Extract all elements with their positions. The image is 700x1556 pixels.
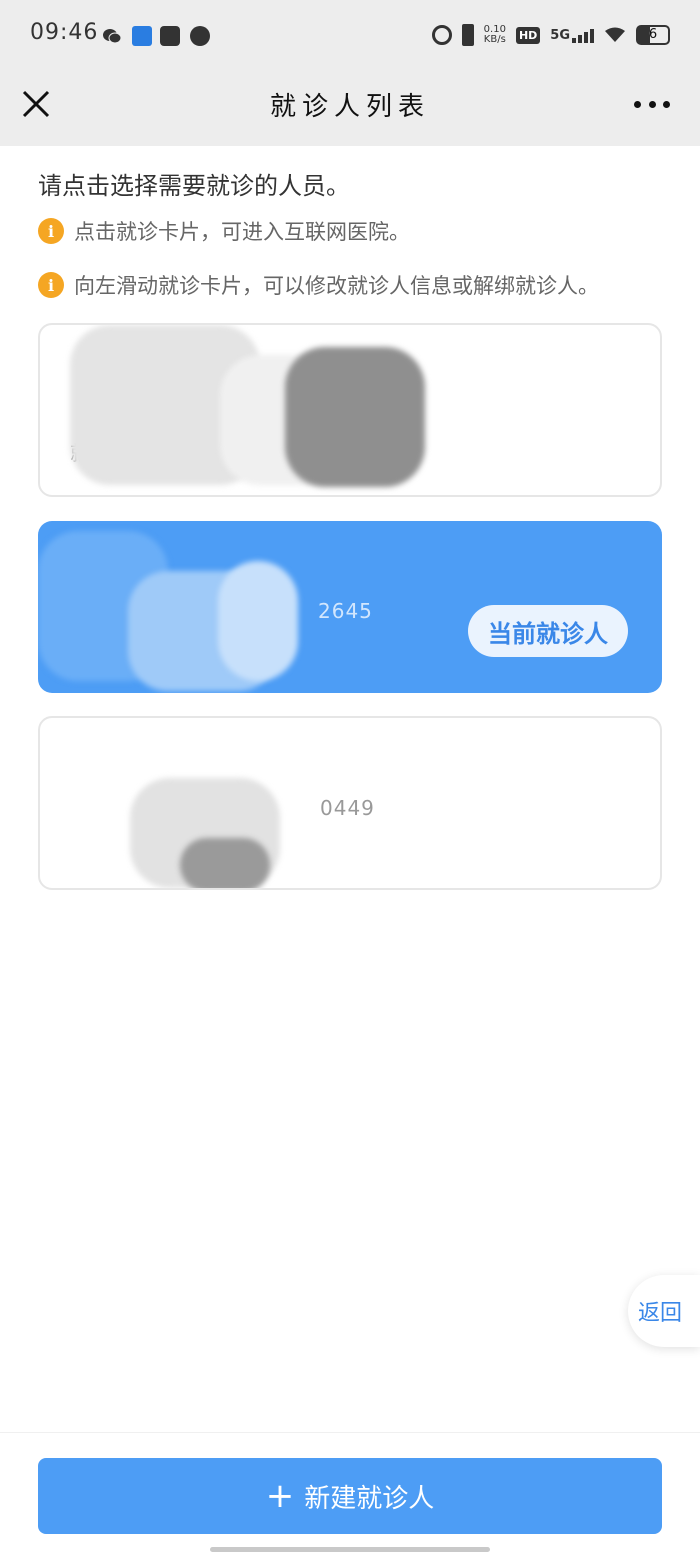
add-patient-button[interactable]: + 新建就诊人 — [38, 1458, 662, 1534]
status-time: 09:46 — [30, 20, 99, 45]
net-speed: 0.10 KB/s — [484, 25, 506, 45]
patient-card[interactable]: 就诊 37 — [38, 323, 662, 497]
net-speed-unit: KB/s — [483, 34, 506, 45]
vibrate-icon — [461, 24, 474, 46]
add-patient-label: 新建就诊人 — [304, 1483, 435, 1514]
battery-icon: 6 — [636, 25, 670, 45]
patient-card-current[interactable]: 2645 当前就诊人 — [38, 521, 662, 693]
current-patient-badge: 当前就诊人 — [468, 605, 628, 657]
wifi-icon — [605, 27, 625, 42]
signal-group: 5G — [550, 27, 594, 43]
tip-text: 点击就诊卡片，可进入互联网医院。 — [74, 220, 410, 244]
page-title: 就诊人列表 — [269, 92, 430, 122]
calculator-icon — [132, 26, 152, 46]
status-bar: 09:46 0.10 KB/s HD 5G 6 — [0, 0, 700, 68]
patient-card[interactable]: 0449 — [38, 716, 662, 890]
redaction-mark — [218, 561, 298, 681]
hd-badge: HD — [515, 26, 541, 44]
tip-tap-card: i 点击就诊卡片，可进入互联网医院。 — [38, 216, 410, 246]
tip-text: 向左滑动就诊卡片，可以修改就诊人信息或解绑就诊人。 — [74, 274, 599, 298]
info-icon: i — [38, 272, 64, 298]
instruction-text: 请点击选择需要就诊的人员。 — [38, 172, 350, 200]
tip-swipe-card: i 向左滑动就诊卡片，可以修改就诊人信息或解绑就诊人。 — [38, 270, 599, 300]
redaction-mark — [180, 838, 270, 888]
back-floating-button[interactable]: 返回 — [628, 1275, 700, 1347]
chat-icon — [190, 26, 210, 46]
battery-level: 6 — [648, 27, 658, 42]
signal-icon — [572, 27, 594, 43]
alarm-icon — [431, 25, 452, 45]
play-icon — [160, 26, 180, 46]
more-icon[interactable] — [634, 98, 670, 110]
home-indicator[interactable] — [210, 1547, 490, 1552]
network-type: 5G — [550, 28, 570, 43]
plus-icon: + — [265, 1476, 295, 1516]
redaction-mark — [285, 347, 425, 487]
patient-id: 2645 — [318, 599, 373, 623]
patient-id: 0449 — [320, 796, 375, 820]
nav-header: 就诊人列表 — [0, 68, 700, 146]
wechat-icon — [103, 29, 122, 44]
info-icon: i — [38, 218, 64, 244]
status-indicators: 0.10 KB/s HD 5G 6 — [431, 20, 670, 50]
